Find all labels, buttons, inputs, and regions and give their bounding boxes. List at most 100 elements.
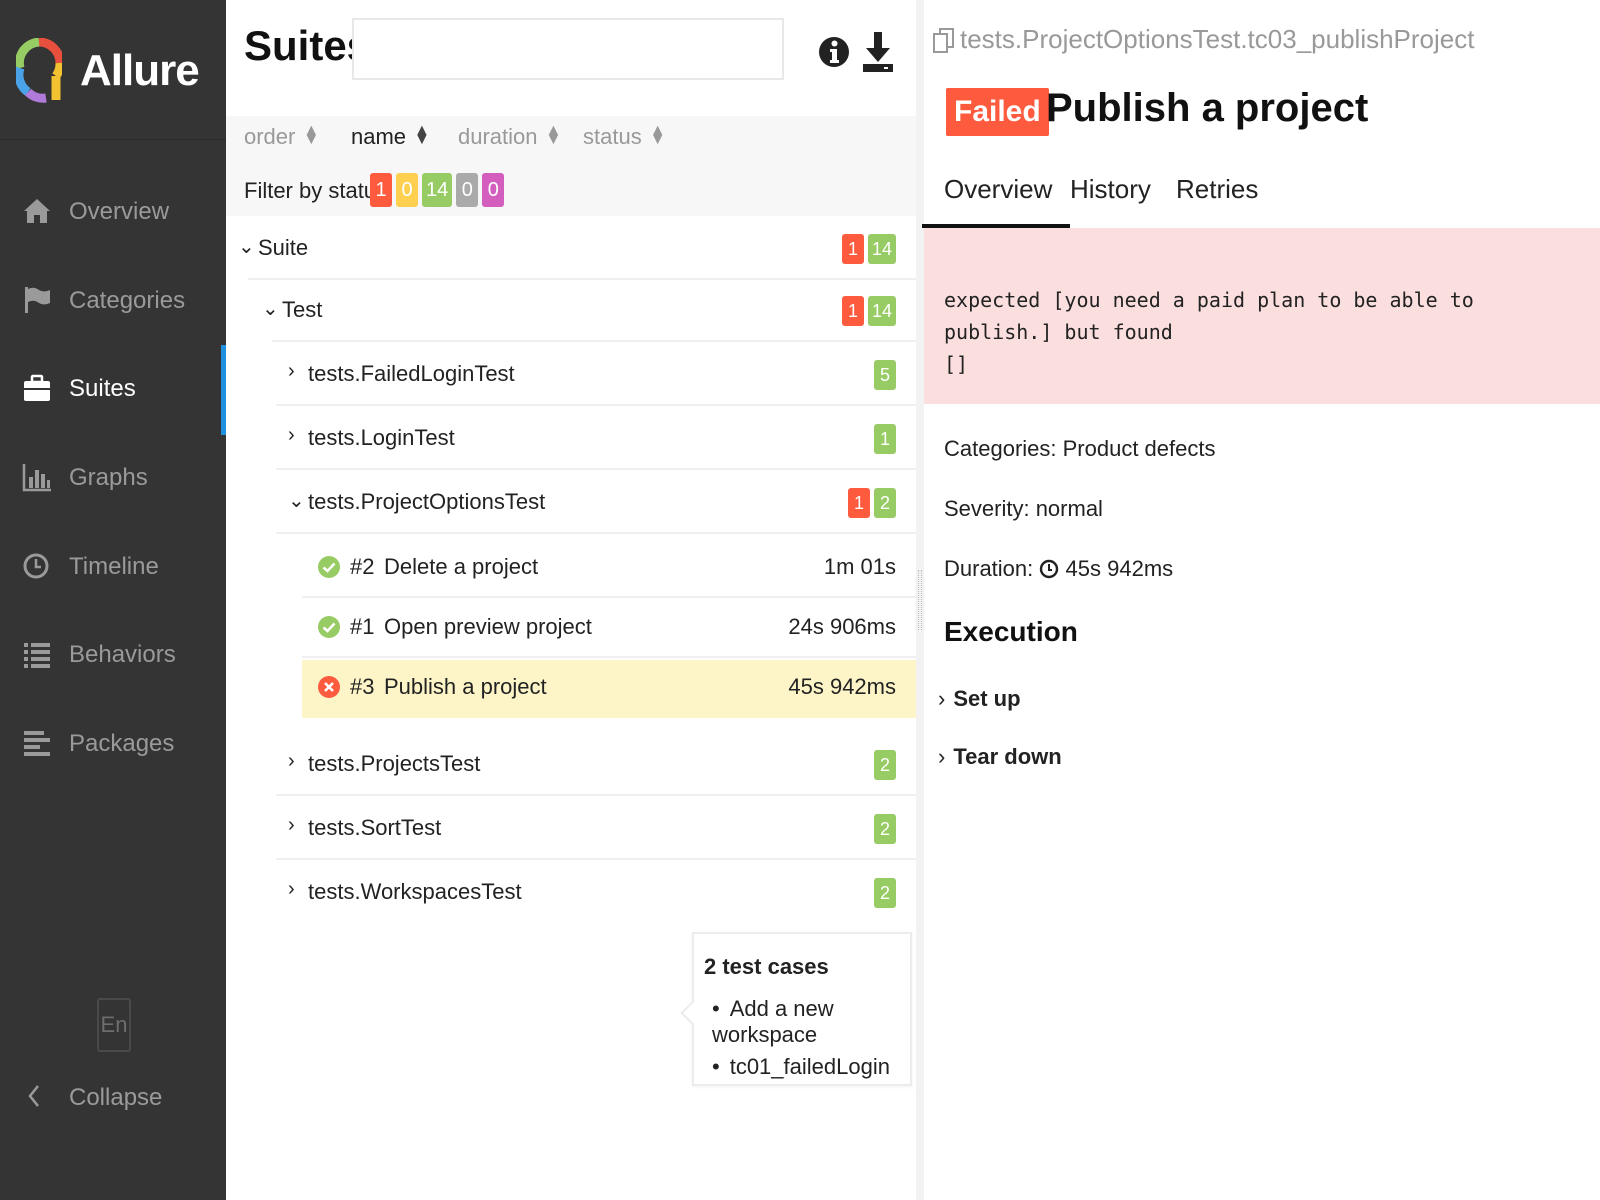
duration-label: Duration: xyxy=(944,556,1034,581)
filter-badges: 1 0 14 0 0 xyxy=(370,173,505,207)
passed-count-badge: 1 xyxy=(874,424,896,454)
failed-count-badge: 1 xyxy=(848,488,870,518)
chevron-right-icon: › xyxy=(288,814,295,836)
tab-retries[interactable]: Retries xyxy=(1176,174,1258,228)
sort-by-order[interactable]: order ▲ ▼ xyxy=(244,122,320,150)
teardown-step[interactable]: › Tear down xyxy=(938,744,1062,770)
sort-label: order xyxy=(244,124,296,149)
tab-history[interactable]: History xyxy=(1070,174,1151,228)
error-message-box: expected [you need a paid plan to be abl… xyxy=(924,228,1600,404)
filter-unknown-toggle[interactable]: 0 xyxy=(482,173,505,207)
passed-status-icon xyxy=(318,556,340,578)
test-case-duration: 1m 01s xyxy=(823,554,896,579)
tooltip: 2 test cases Add a new workspace tc01_fa… xyxy=(692,932,912,1086)
tree-node-group[interactable]: › tests.ProjectsTest 2 xyxy=(226,734,916,796)
sidebar-item-packages[interactable]: Packages xyxy=(0,714,226,774)
download-icon[interactable] xyxy=(860,30,896,74)
sort-by-name[interactable]: name ▲ ▼ xyxy=(351,123,430,150)
sort-by-status[interactable]: status ▲ ▼ xyxy=(583,123,666,150)
test-case-number: #1 xyxy=(350,614,375,639)
row-divider xyxy=(276,468,916,470)
tree-node-label: tests.WorkspacesTest xyxy=(308,879,522,904)
chevron-right-icon: › xyxy=(938,686,946,711)
test-case-number: #3 xyxy=(350,674,375,699)
sidebar-item-graphs[interactable]: Graphs xyxy=(0,448,226,508)
tooltip-item: tc01_failedLogin xyxy=(712,1054,910,1080)
search-input[interactable] xyxy=(352,18,784,80)
row-divider xyxy=(276,532,916,534)
sort-arrows-icon: ▲ ▼ xyxy=(545,122,562,149)
filter-failed-toggle[interactable]: 1 xyxy=(370,173,392,207)
tree-node-label: tests.ProjectOptionsTest xyxy=(308,489,546,514)
row-divider xyxy=(276,404,916,406)
clock-icon xyxy=(23,553,49,579)
sidebar-item-suites[interactable]: Suites xyxy=(0,345,226,435)
sort-label: duration xyxy=(458,124,538,149)
severity-line: Severity: normal xyxy=(944,496,1103,521)
chevron-right-icon: › xyxy=(288,424,295,446)
chevron-down-icon: ⌄ xyxy=(262,298,279,320)
tree-node-badges: 1 xyxy=(874,424,896,454)
duration-line: Duration: 45s 942ms xyxy=(944,556,1173,582)
row-divider xyxy=(276,858,916,860)
sort-arrows-icon: ▲ ▼ xyxy=(303,122,320,149)
language-switcher[interactable]: En xyxy=(97,998,131,1052)
tree-node-group[interactable]: › tests.SortTest 2 xyxy=(226,798,916,860)
allure-logo-icon xyxy=(16,38,62,103)
passed-status-icon xyxy=(318,616,340,638)
home-icon xyxy=(24,199,50,223)
sidebar-item-label: Timeline xyxy=(69,553,159,580)
chevron-down-icon: ⌄ xyxy=(238,236,255,258)
tab-overview[interactable]: Overview xyxy=(921,174,1071,228)
failed-count-badge: 1 xyxy=(841,296,864,326)
setup-step[interactable]: › Set up xyxy=(938,686,1021,712)
bar-chart-icon xyxy=(22,464,51,492)
filter-broken-toggle[interactable]: 0 xyxy=(396,173,418,207)
chevron-left-icon xyxy=(28,1085,39,1107)
tree-node-label: tests.ProjectsTest xyxy=(308,751,481,776)
briefcase-icon xyxy=(24,374,50,401)
sidebar-item-label: Behaviors xyxy=(69,641,176,668)
test-case-number: #2 xyxy=(350,554,375,579)
tree-node-group[interactable]: › tests.LoginTest 1 xyxy=(226,408,916,470)
tree-node-group[interactable]: ⌄ tests.ProjectOptionsTest 1 2 xyxy=(226,472,916,534)
app-logo[interactable]: Allure xyxy=(0,0,226,140)
suites-pane: Suites order ▲ ▼ name ▲ ▼ duration ▲ ▼ status ▲… xyxy=(226,0,916,1200)
test-case-row[interactable]: #2 Delete a project 1m 01s xyxy=(302,540,916,598)
info-icon[interactable] xyxy=(816,30,852,74)
tree-node-label: Test xyxy=(282,297,323,322)
tree-node-group[interactable]: › tests.WorkspacesTest 2 xyxy=(226,862,916,924)
tree-node-group[interactable]: › tests.FailedLoginTest 5 xyxy=(226,344,916,406)
sort-by-duration[interactable]: duration ▲ ▼ xyxy=(458,122,562,150)
sidebar-item-categories[interactable]: Categories xyxy=(0,271,226,331)
sidebar-item-timeline[interactable]: Timeline xyxy=(0,537,226,597)
test-case-row-selected[interactable]: #3 Publish a project 45s 942ms xyxy=(302,660,916,718)
tree-node-test[interactable]: ⌄ Test 1 14 xyxy=(226,280,916,342)
pane-splitter[interactable] xyxy=(916,0,924,1200)
sidebar-item-behaviors[interactable]: Behaviors xyxy=(0,625,226,685)
test-case-row[interactable]: #1 Open preview project 24s 906ms xyxy=(302,600,916,658)
passed-count-badge: 2 xyxy=(874,814,896,844)
copy-icon[interactable] xyxy=(932,27,956,55)
sort-label: status xyxy=(583,124,642,149)
tree-node-suite[interactable]: ⌄ Suite 1 14 xyxy=(226,218,916,280)
tooltip-item: Add a new workspace xyxy=(712,996,910,1048)
app-name: Allure xyxy=(80,46,200,95)
tree-node-label: tests.LoginTest xyxy=(308,425,455,450)
tree-node-badges: 1 2 xyxy=(848,488,896,518)
test-case-name: Open preview project xyxy=(384,614,592,639)
tree-node-badges: 2 xyxy=(874,750,896,780)
filter-skipped-toggle[interactable]: 0 xyxy=(456,173,479,207)
row-divider xyxy=(302,656,916,658)
teardown-label: Tear down xyxy=(953,744,1062,769)
test-case-duration: 24s 906ms xyxy=(788,614,896,639)
splitter-grip-icon[interactable] xyxy=(918,570,922,630)
collapse-button[interactable]: Collapse xyxy=(0,1072,226,1122)
tree-node-label: Suite xyxy=(258,235,309,260)
list-icon xyxy=(24,643,50,668)
test-path-text: tests.ProjectOptionsTest.tc03_publishPro… xyxy=(960,24,1475,54)
sidebar-item-overview[interactable]: Overview xyxy=(0,182,226,242)
filter-passed-toggle[interactable]: 14 xyxy=(422,173,453,207)
failed-count-badge: 1 xyxy=(841,234,864,264)
execution-heading: Execution xyxy=(944,616,1078,647)
